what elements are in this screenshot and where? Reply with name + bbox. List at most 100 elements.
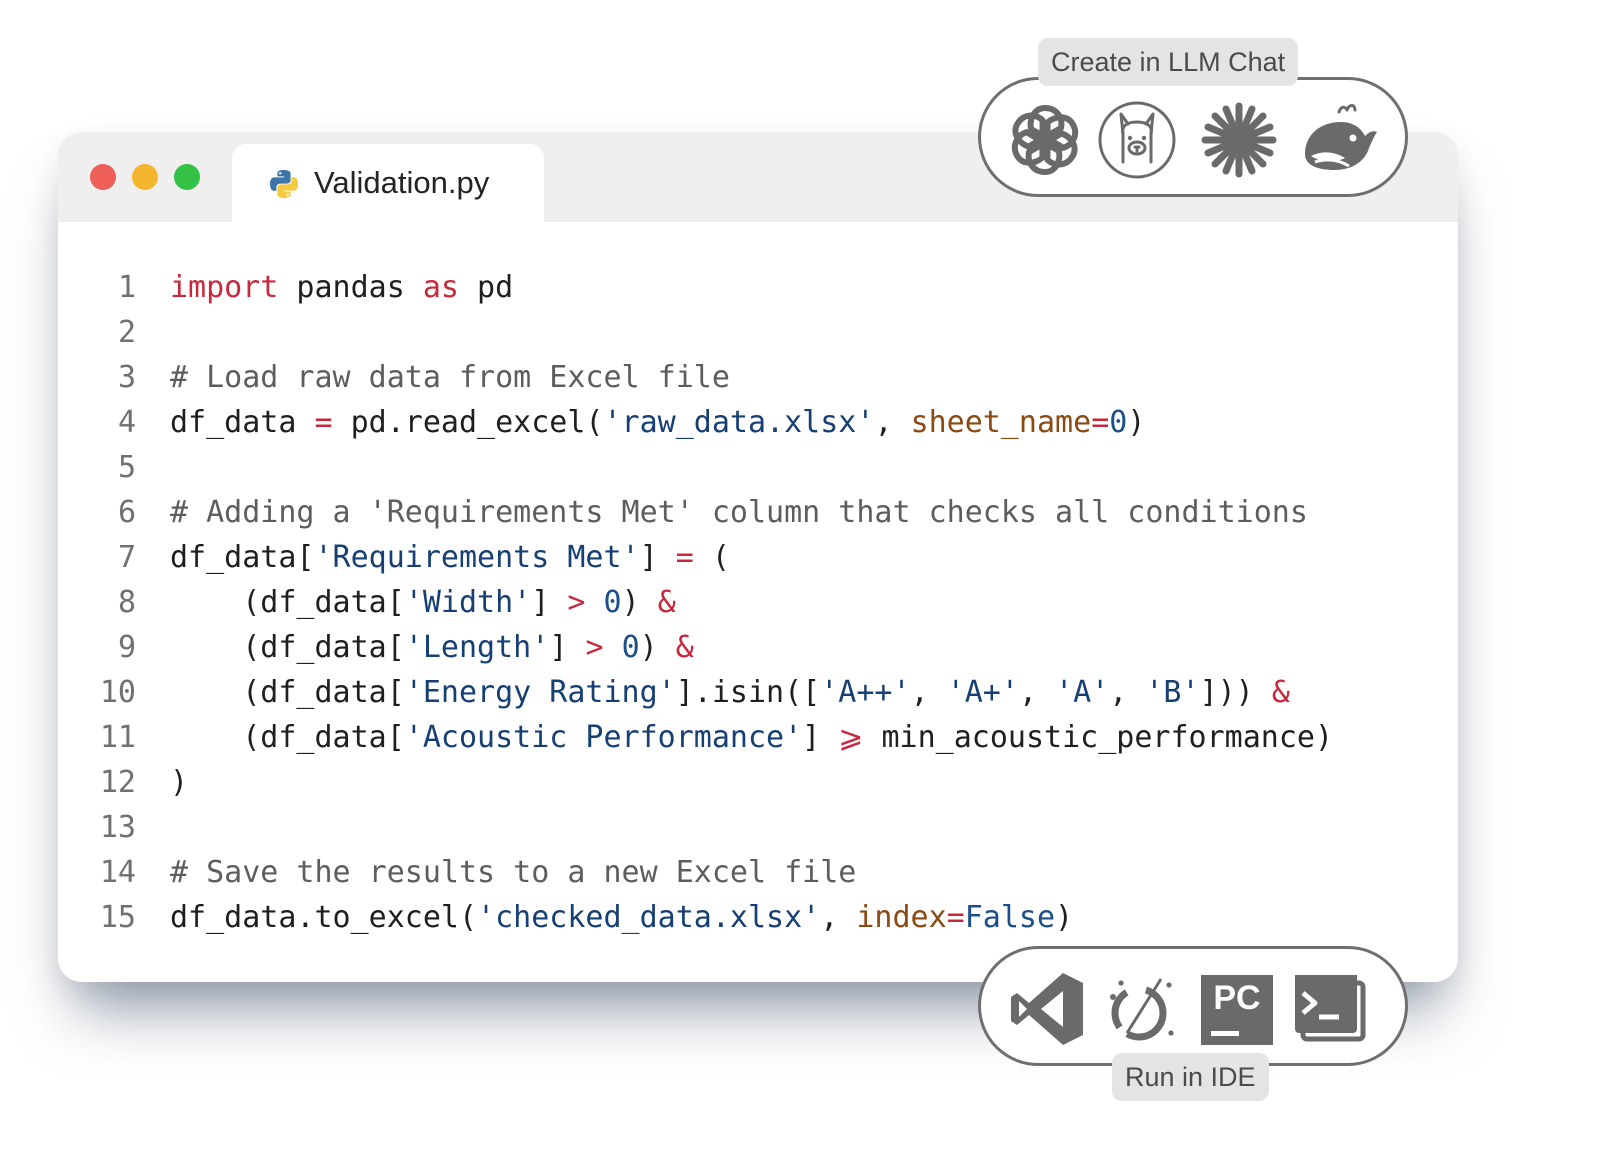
code-line: 4 df_data = pd.read_excel('raw_data.xlsx'… [58,401,1458,445]
close-window-button[interactable] [90,164,116,190]
code-token: ] [802,720,839,755]
line-number: 2 [117,315,136,350]
code-token: ) [170,765,189,800]
code-line: 3 # Load raw data from Excel file [58,356,1458,400]
code-editor[interactable]: 1 import pandas as pd 2 3 # Load raw data fr… [58,222,1458,982]
line-number: 13 [99,810,136,845]
openai-icon[interactable] [1005,100,1085,180]
llama-icon[interactable] [1097,100,1177,180]
code-token: pd [459,270,514,305]
code-token: > [567,585,586,620]
code-token: ) [1127,405,1146,440]
code-text: # Adding a 'Requirements Met' column tha… [170,491,1308,535]
code-token: 'raw_data.xlsx' [603,405,875,440]
line-number: 9 [117,630,136,665]
code-token: & [657,585,676,620]
code-text: (df_data['Energy Rating'].isin(['A++', '… [170,671,1290,715]
code-token: min_acoustic_performance) [863,720,1334,755]
code-text: # Load raw data from Excel file [170,356,730,400]
code-token: ] [639,540,676,575]
code-line: 15 df_data.to_excel('checked_data.xlsx', … [58,896,1458,940]
code-text: ) [170,761,188,805]
code-token: 'Energy Rating' [404,675,676,710]
stage: Validation.py 1 import pandas as pd 2 3 # Lo… [0,0,1600,1150]
code-token: index [856,900,947,935]
code-token: (df_data[ [170,675,405,710]
code-token: # Save the results to a new Excel file [170,855,857,890]
code-token: 'checked_data.xlsx' [477,900,821,935]
code-token: = [675,540,694,575]
code-token: ) [639,630,676,665]
create-in-llm-chat-label: Create in LLM Chat [1038,38,1299,86]
code-token: = [946,900,965,935]
tab-validation-py[interactable]: Validation.py [232,144,544,222]
code-text: df_data = pd.read_excel('raw_data.xlsx',… [170,401,1145,445]
code-token: 'B' [1145,675,1200,710]
claude-icon[interactable] [1199,100,1279,180]
code-token: import [170,270,279,305]
code-token: & [1271,675,1290,710]
code-token: pandas [278,270,423,305]
code-token: ) [621,585,658,620]
run-in-ide-label: Run in IDE [1112,1053,1269,1101]
code-line: 7 df_data['Requirements Met'] = ( [58,536,1458,580]
line-number: 4 [117,405,136,440]
code-token: 0 [1109,405,1128,440]
code-token: df_data[ [170,540,315,575]
ide-toolbar: PC [978,946,1408,1066]
code-token: ])) [1199,675,1272,710]
code-token: ].isin([ [675,675,821,710]
line-number: 6 [117,495,136,530]
deepseek-icon[interactable] [1299,100,1379,180]
pycharm-text: PC [1213,979,1260,1017]
code-token: 'A' [1055,675,1110,710]
code-token: ] [549,630,586,665]
code-token: & [675,630,694,665]
code-text: df_data['Requirements Met'] = ( [170,536,730,580]
minimize-window-button[interactable] [132,164,158,190]
code-token: ] [531,585,568,620]
code-token: , [820,900,857,935]
terminal-icon[interactable] [1289,969,1369,1049]
code-window: Validation.py 1 import pandas as pd 2 3 # Lo… [58,132,1458,982]
code-line: 8 (df_data['Width'] > 0) & [58,581,1458,625]
line-number: 7 [117,540,136,575]
code-token: # Adding a 'Requirements Met' column tha… [170,495,1308,530]
code-token: # Load raw data from Excel file [170,360,730,395]
code-token: = [1091,405,1110,440]
code-token: ( [693,540,730,575]
code-token: 'A+' [946,675,1019,710]
code-text: (df_data['Width'] > 0) & [170,581,676,625]
code-token: 0 [621,630,640,665]
code-token: , [910,675,947,710]
code-token: , [1109,675,1146,710]
eclipse-icon[interactable] [1099,969,1179,1049]
code-text: # Save the results to a new Excel file [170,851,856,895]
code-text: (df_data['Length'] > 0) & [170,626,694,670]
code-token: > [585,630,604,665]
line-number: 12 [99,765,136,800]
code-token: 'Width' [404,585,532,620]
code-token: , [1018,675,1056,710]
code-token: ⩾ [838,720,864,755]
code-text: df_data.to_excel('checked_data.xlsx', in… [170,896,1073,940]
code-token: as [422,270,459,305]
code-line: 5 [58,446,1458,490]
llm-chat-toolbar [978,77,1408,197]
vscode-icon[interactable] [1007,969,1087,1049]
code-token: ) [1055,900,1074,935]
code-line: 1 import pandas as pd [58,266,1458,310]
maximize-window-button[interactable] [174,164,200,190]
line-number: 3 [117,360,136,395]
code-token: , [874,405,911,440]
code-token: = [314,405,333,440]
code-token: (df_data[ [170,585,405,620]
line-number: 5 [117,450,136,485]
pycharm-icon[interactable]: PC [1197,969,1277,1049]
line-number: 10 [99,675,136,710]
code-line: 10 (df_data['Energy Rating'].isin(['A++'… [58,671,1458,715]
code-line: 2 [58,311,1458,355]
code-line: 12) [58,761,1458,805]
